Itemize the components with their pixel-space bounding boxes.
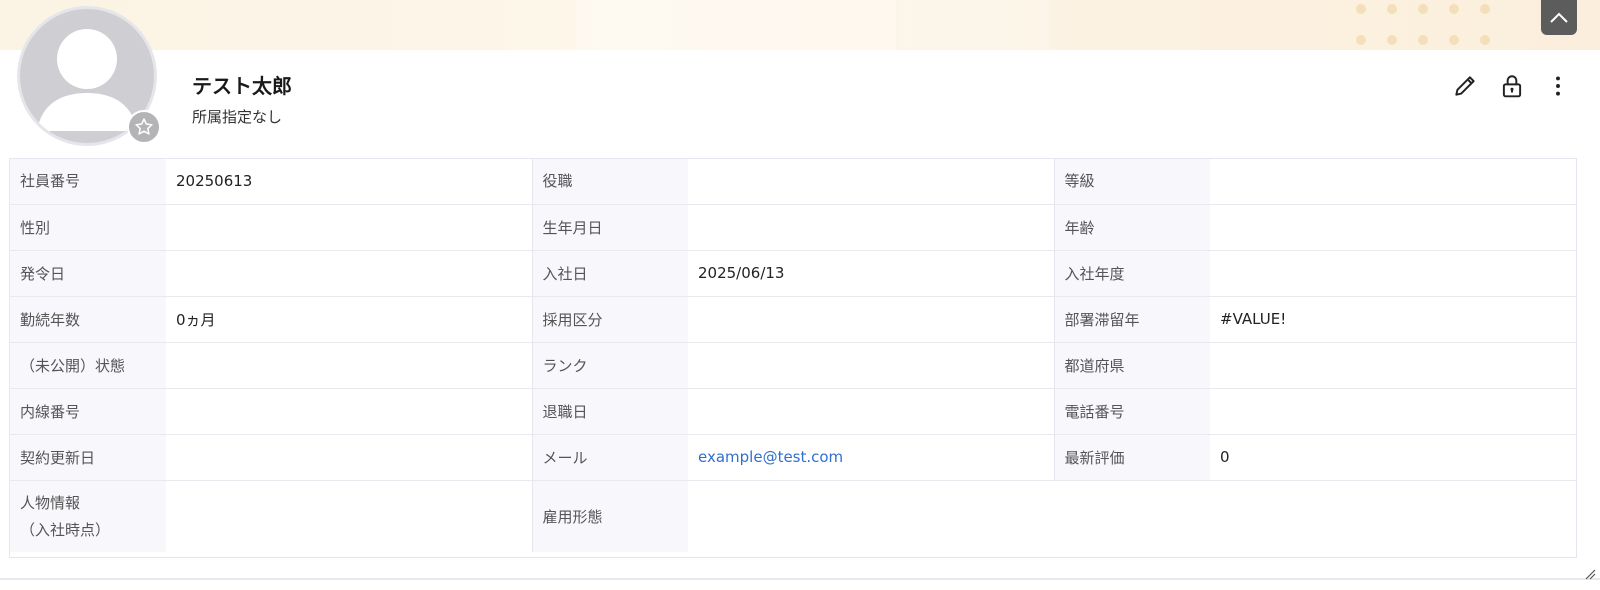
field-value: 0: [1210, 433, 1576, 480]
field-label: ランク: [531, 341, 688, 388]
banner-decoration: [900, 0, 1050, 50]
lock-icon: [1502, 75, 1522, 98]
field-label: 入社日: [531, 249, 688, 296]
field-label: 人物情報 （入社時点）: [10, 479, 166, 552]
field-value: [688, 387, 1054, 434]
divider: [0, 578, 1600, 580]
field-value: [166, 249, 532, 296]
field-label: 年齢: [1053, 203, 1210, 250]
table-row: 勤続年数 0ヵ月 採用区分 部署滞留年 #VALUE!: [10, 295, 1576, 342]
field-label: 雇用形態: [531, 479, 688, 552]
field-value: [1210, 249, 1576, 296]
edit-button[interactable]: [1449, 70, 1481, 102]
chevron-up-icon: [1550, 12, 1568, 23]
scroll-top-button[interactable]: [1541, 0, 1577, 35]
field-label: 等級: [1053, 158, 1210, 204]
table-row: 社員番号 20250613 役職 等級: [10, 158, 1576, 204]
field-label: メール: [531, 433, 688, 480]
more-vertical-icon: [1556, 76, 1560, 96]
field-value: 20250613: [166, 158, 532, 204]
field-label: 性別: [10, 203, 166, 250]
more-options-button[interactable]: [1542, 70, 1574, 102]
field-value: [688, 341, 1054, 388]
field-label: 勤続年数: [10, 295, 166, 342]
table-row: 発令日 入社日 2025/06/13 入社年度: [10, 249, 1576, 296]
email-link[interactable]: example@test.com: [698, 448, 843, 466]
field-value: [1210, 203, 1576, 250]
field-value: example@test.com: [688, 433, 1054, 480]
field-label: 内線番号: [10, 387, 166, 434]
table-row: 人物情報 （入社時点） 雇用形態: [10, 479, 1576, 552]
field-value: [166, 433, 532, 480]
field-label: 発令日: [10, 249, 166, 296]
lock-button[interactable]: [1496, 70, 1528, 102]
field-value: [166, 341, 532, 388]
resize-handle-icon[interactable]: [1584, 568, 1596, 580]
field-label: 部署滞留年: [1053, 295, 1210, 342]
table-row: 内線番号 退職日 電話番号: [10, 387, 1576, 434]
field-value: 2025/06/13: [688, 249, 1054, 296]
avatar[interactable]: [17, 6, 161, 146]
field-label: 最新評価: [1053, 433, 1210, 480]
field-label: 契約更新日: [10, 433, 166, 480]
table-row: 契約更新日 メール example@test.com 最新評価 0: [10, 433, 1576, 480]
field-label: 都道府県: [1053, 341, 1210, 388]
field-label: 生年月日: [531, 203, 688, 250]
field-value: [1210, 341, 1576, 388]
field-label: 採用区分: [531, 295, 688, 342]
field-label: 役職: [531, 158, 688, 204]
field-value: [1210, 387, 1576, 434]
employee-name: テスト太郎: [192, 74, 292, 98]
table-row: （未公開）状態 ランク 都道府県: [10, 341, 1576, 388]
field-value: [688, 479, 1576, 552]
table-row: 性別 生年月日 年齢: [10, 203, 1576, 250]
favorite-button[interactable]: [127, 110, 161, 144]
field-value: [166, 387, 532, 434]
field-label-line: 人物情報: [20, 494, 81, 513]
field-value: [1210, 158, 1576, 204]
employee-info-table: 社員番号 20250613 役職 等級 性別 生年月日 年齢 発令日 入社日 2…: [10, 158, 1576, 552]
banner-decoration: [576, 0, 896, 50]
field-label: 入社年度: [1053, 249, 1210, 296]
field-label-line: （入社時点）: [20, 521, 111, 540]
star-icon: [135, 118, 153, 135]
field-value: [166, 479, 532, 552]
employee-department: 所属指定なし: [192, 108, 283, 126]
field-label: 退職日: [531, 387, 688, 434]
pencil-icon: [1455, 76, 1475, 96]
field-value: #VALUE!: [1210, 295, 1576, 342]
field-value: [688, 203, 1054, 250]
field-value: [688, 295, 1054, 342]
field-label: 電話番号: [1053, 387, 1210, 434]
field-label: 社員番号: [10, 158, 166, 204]
field-value: [166, 203, 532, 250]
field-value: [688, 158, 1054, 204]
header-banner: [0, 0, 1600, 50]
field-label: （未公開）状態: [10, 341, 166, 388]
field-value: 0ヵ月: [166, 295, 532, 342]
